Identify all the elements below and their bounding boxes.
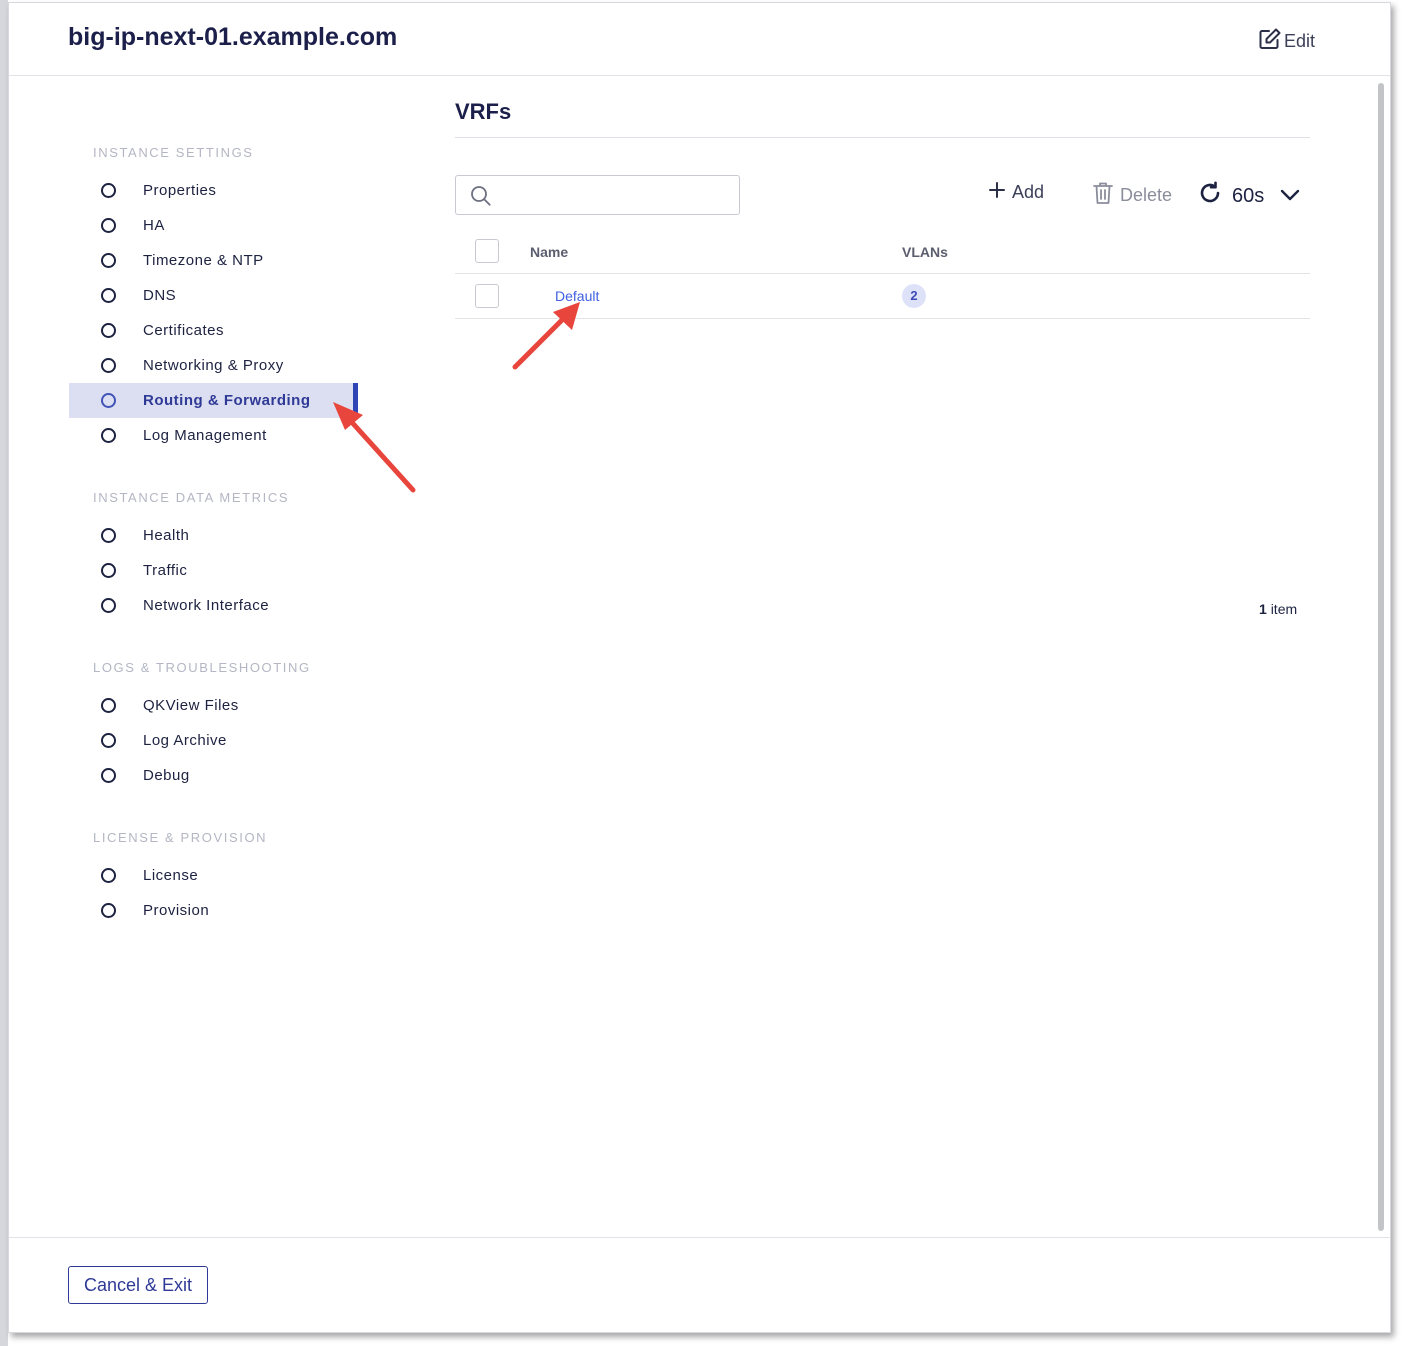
table-row: Default 2 [455,274,1310,319]
sidebar-item-routing-forwarding[interactable]: Routing & Forwarding [69,383,358,418]
search-icon [470,185,492,212]
radio-icon [101,868,116,883]
column-header-vlans[interactable]: VLANs [902,244,948,260]
refresh-interval-dropdown[interactable]: 60s [1198,181,1300,211]
sidebar-item-log-management[interactable]: Log Management [69,418,356,453]
add-button[interactable]: Add [988,181,1044,204]
cancel-exit-button[interactable]: Cancel & Exit [68,1266,208,1304]
radio-icon [101,698,116,713]
dialog-footer: Cancel & Exit [9,1237,1390,1333]
column-header-name[interactable]: Name [530,244,568,260]
section-title: VRFs [455,99,512,124]
radio-icon [101,393,116,408]
section-label-license-provision: LICENSE & PROVISION [93,830,268,845]
radio-icon [101,528,116,543]
sidebar-item-label: Log Archive [143,732,227,749]
background-strip [0,0,8,1346]
radio-icon [101,768,116,783]
sidebar-item-ha[interactable]: HA [69,208,356,243]
trash-icon [1092,181,1114,210]
table-header: Name VLANs [455,227,1310,274]
sidebar-item-label: Properties [143,182,217,199]
sidebar-item-dns[interactable]: DNS [69,278,356,313]
radio-icon [101,288,116,303]
item-count-number: 1 [1259,601,1267,617]
plus-icon [988,181,1006,204]
radio-icon [101,323,116,338]
page-title: big-ip-next-01.example.com [68,23,398,51]
refresh-icon [1198,181,1222,211]
sidebar-item-provision[interactable]: Provision [69,893,356,928]
chevron-down-icon [1280,185,1300,208]
select-all-checkbox[interactable] [475,239,499,263]
radio-icon [101,358,116,373]
sidebar-item-label: Routing & Forwarding [143,392,311,409]
radio-icon [101,903,116,918]
sidebar-item-label: QKView Files [143,697,239,714]
sidebar-item-properties[interactable]: Properties [69,173,356,208]
row-checkbox[interactable] [475,284,499,308]
sidebar-item-label: Timezone & NTP [143,252,264,269]
delete-label: Delete [1120,185,1173,205]
sidebar-item-label: Provision [143,902,210,919]
add-label: Add [1012,182,1045,202]
sidebar-item-license[interactable]: License [69,858,356,893]
edit-label: Edit [1284,31,1316,51]
sidebar-item-traffic[interactable]: Traffic [69,553,356,588]
section-label-instance-settings: INSTANCE SETTINGS [93,145,254,160]
sidebar-item-label: HA [143,217,165,234]
search-box[interactable] [455,175,740,215]
sidebar-item-debug[interactable]: Debug [69,758,356,793]
item-count-unit: item [1270,601,1298,617]
sidebar-item-label: Debug [143,767,190,784]
sidebar-item-networking-proxy[interactable]: Networking & Proxy [69,348,356,383]
sidebar-item-label: Networking & Proxy [143,357,284,374]
sidebar-item-qkview-files[interactable]: QKView Files [69,688,356,723]
edit-icon [1258,27,1282,56]
instance-settings-dialog: big-ip-next-01.example.com Edit INSTANCE… [8,2,1391,1333]
vertical-scrollbar[interactable] [1378,83,1384,1231]
sidebar-item-label: Log Management [143,427,267,444]
vrf-name-link[interactable]: Default [555,288,599,304]
sidebar-item-label: Health [143,527,190,544]
radio-icon [101,218,116,233]
divider [455,137,1310,138]
radio-icon [101,183,116,198]
radio-icon [101,253,116,268]
sidebar-item-network-interface[interactable]: Network Interface [69,588,356,623]
sidebar-item-log-archive[interactable]: Log Archive [69,723,356,758]
sidebar-item-label: License [143,867,199,884]
sidebar-item-label: DNS [143,287,177,304]
sidebar-item-label: Certificates [143,322,225,339]
radio-icon [101,598,116,613]
radio-icon [101,563,116,578]
item-count: 1 item [1259,601,1297,617]
radio-icon [101,428,116,443]
dialog-header: big-ip-next-01.example.com Edit [9,3,1390,76]
section-label-logs-troubleshooting: LOGS & TROUBLESHOOTING [93,660,311,675]
delete-button[interactable]: Delete [1092,181,1172,210]
edit-button[interactable]: Edit [1258,27,1315,56]
radio-icon [101,733,116,748]
sidebar-item-health[interactable]: Health [69,518,356,553]
refresh-interval-value: 60s [1232,184,1265,207]
sidebar-item-certificates[interactable]: Certificates [69,313,356,348]
sidebar-item-label: Traffic [143,562,188,579]
sidebar-item-timezone-ntp[interactable]: Timezone & NTP [69,243,356,278]
search-input[interactable] [496,182,730,208]
vlan-count-badge: 2 [902,284,926,308]
section-label-instance-data-metrics: INSTANCE DATA METRICS [93,490,290,505]
sidebar-item-label: Network Interface [143,597,270,614]
